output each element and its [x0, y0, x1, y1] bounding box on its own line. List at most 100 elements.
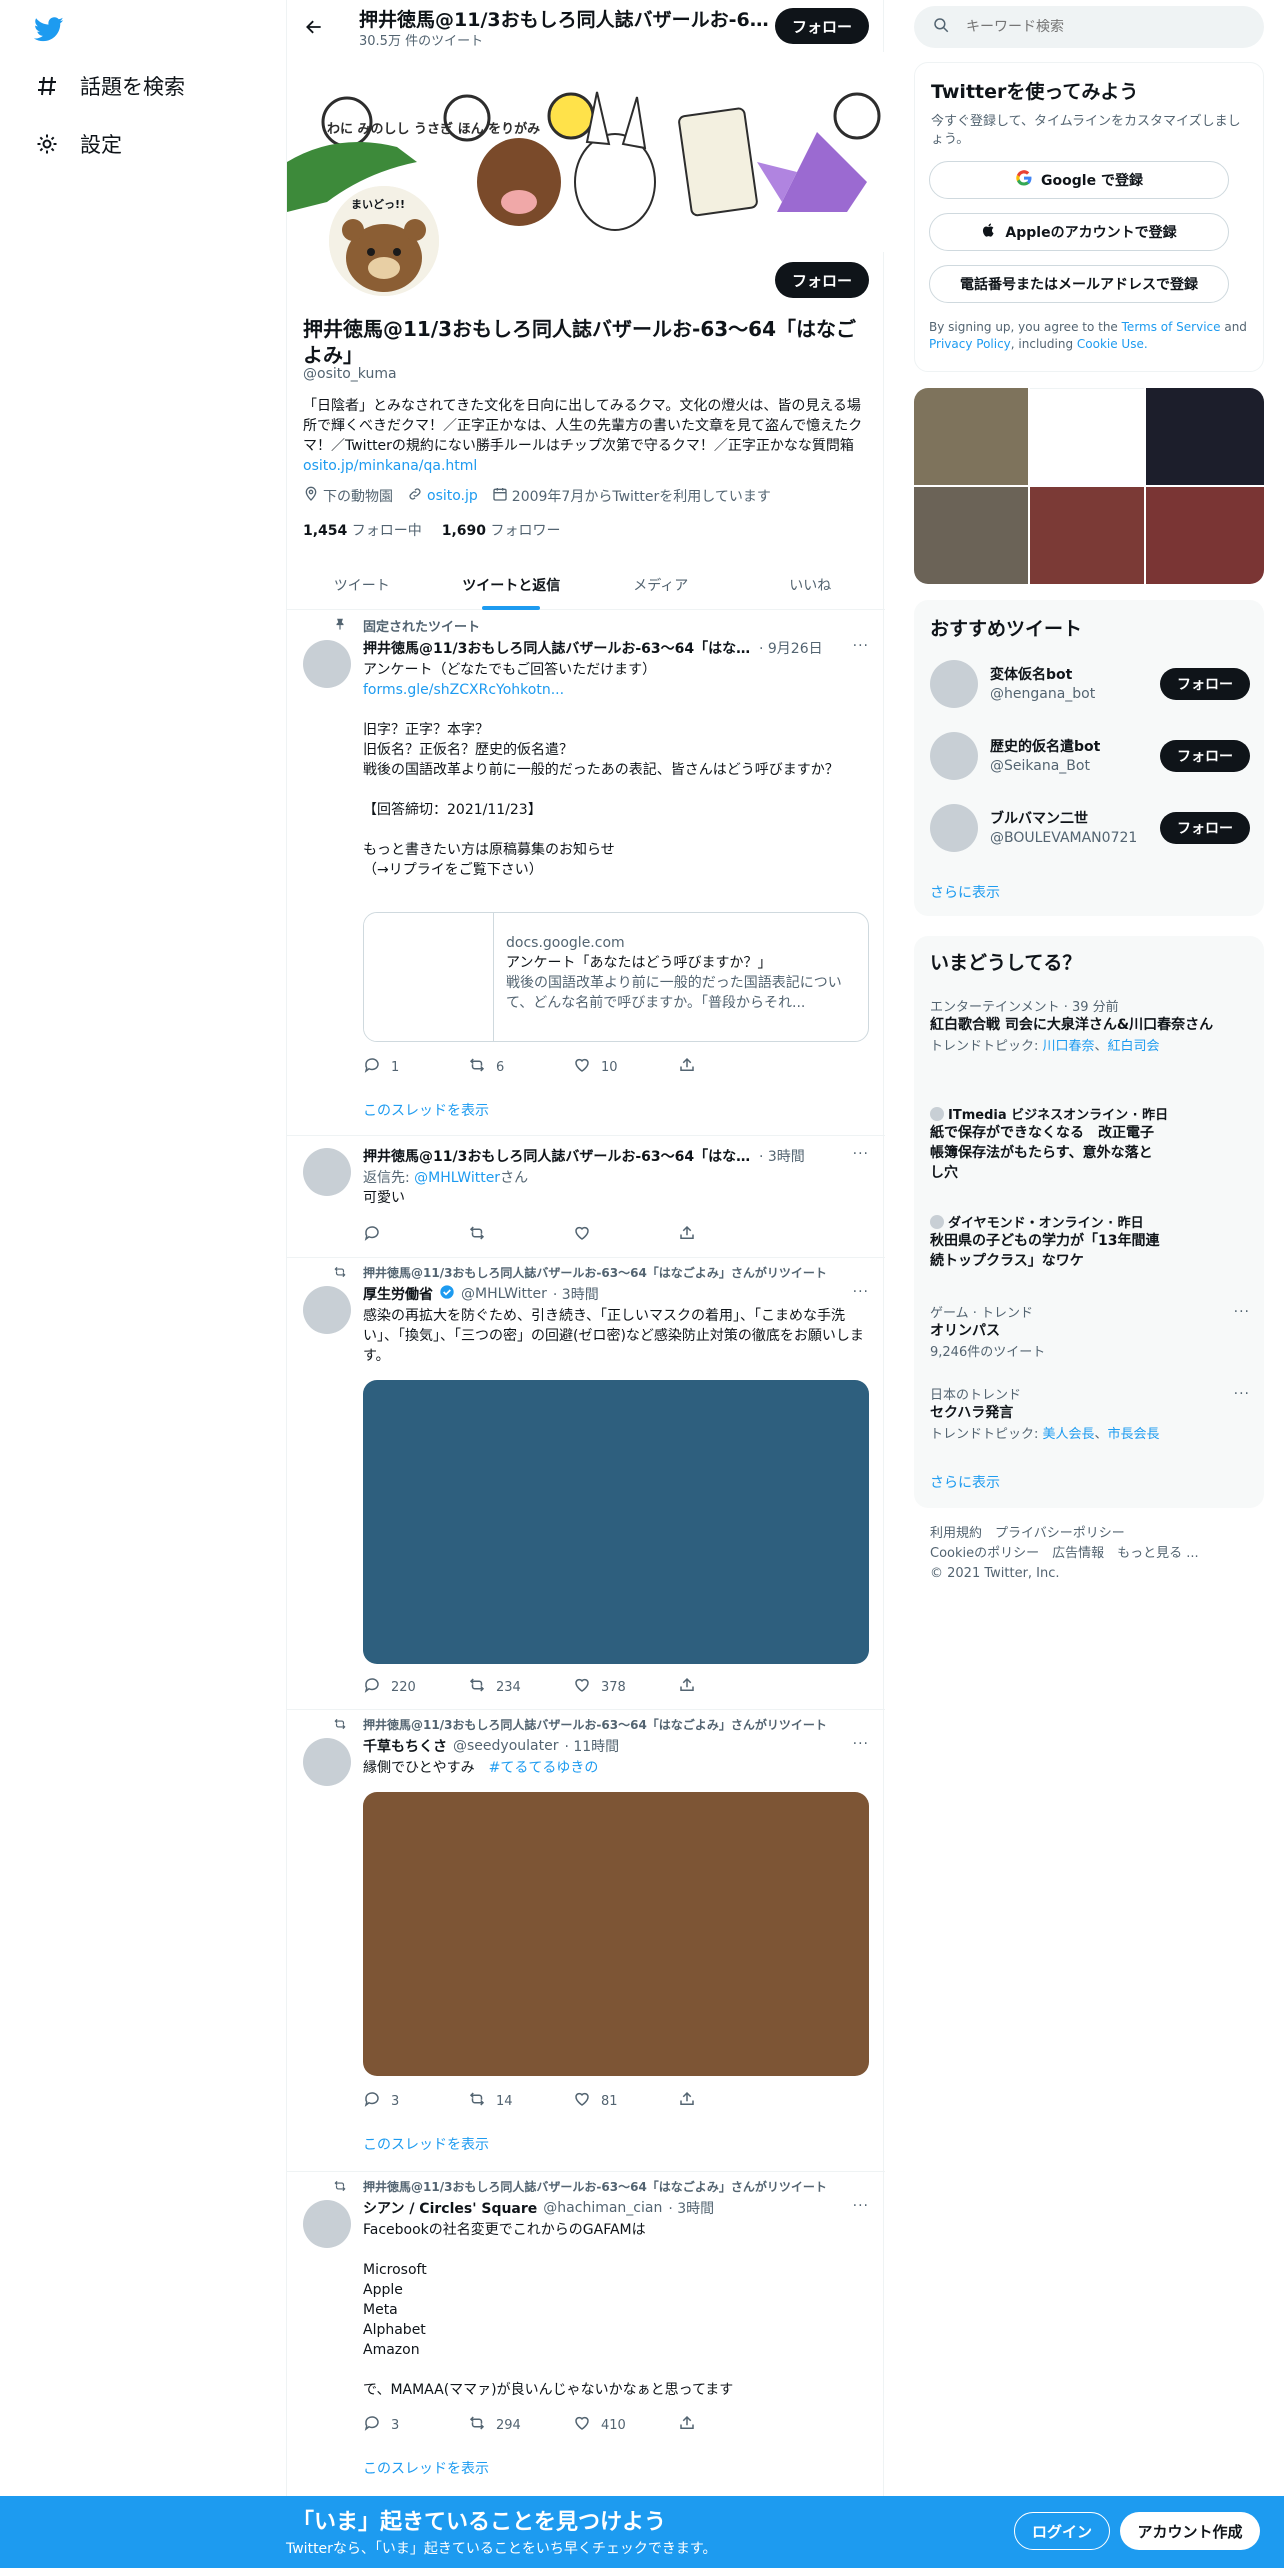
like-button[interactable]: 410: [573, 2414, 678, 2436]
trends-more-link[interactable]: さらに表示: [930, 1472, 1000, 1492]
tweet[interactable]: 押井徳馬@11/3おもしろ同人誌バザールお-63～64「はなごよみ」 · 3時間…: [287, 1136, 885, 1258]
share-button[interactable]: [678, 2414, 783, 2436]
tweet[interactable]: 押井徳馬@11/3おもしろ同人誌バザールお-63～64「はなごよみ」さんがリツイ…: [287, 2172, 885, 2496]
trend-item[interactable]: ゲーム · トレンド オリンパス 9,246件のツイート: [930, 1302, 1250, 1360]
trend-item[interactable]: 日本のトレンド セクハラ発言 トレンドトピック: 美人会長、市長会長: [930, 1384, 1250, 1442]
show-thread-link[interactable]: このスレッドを表示: [363, 1100, 489, 1120]
retweet-button[interactable]: 14: [468, 2090, 573, 2112]
profile-follow-button[interactable]: フォロー: [775, 262, 869, 298]
google-signup-button[interactable]: Google で登録: [929, 161, 1229, 199]
like-button[interactable]: 378: [573, 1676, 678, 1698]
reply-button[interactable]: 1: [363, 1056, 468, 1078]
more-icon[interactable]: ···: [853, 1146, 869, 1162]
avatar[interactable]: [930, 804, 978, 852]
suggest-follow-button[interactable]: フォロー: [1160, 812, 1250, 844]
suggest-user[interactable]: ブルバマン二世 @BOULEVAMAN0721 フォロー: [930, 802, 1250, 856]
show-thread-link[interactable]: このスレッドを表示: [363, 2134, 489, 2154]
reply-button[interactable]: 220: [363, 1676, 468, 1698]
retweet-button[interactable]: 234: [468, 1676, 573, 1698]
tweet-time[interactable]: · 3時間: [553, 1284, 599, 1304]
retweet-button[interactable]: 6: [468, 1056, 573, 1078]
trend-item[interactable]: ITmedia ビジネスオンライン · 昨日 紙で保存ができなくなる 改正電子帳…: [930, 1104, 1250, 1183]
tweet[interactable]: 固定されたツイート 押井徳馬@11/3おもしろ同人誌バザールお-63～64「はな…: [287, 610, 885, 1136]
media-thumb[interactable]: [1030, 487, 1144, 584]
nav-settings[interactable]: 設定: [34, 124, 122, 164]
tweet-author-name[interactable]: 押井徳馬@11/3おもしろ同人誌バザールお-63～64「はなごよみ」: [363, 1146, 753, 1166]
trend-item[interactable]: ダイヤモンド・オンライン · 昨日 秋田県の子どもの学力が「13年間連続トップク…: [930, 1212, 1250, 1271]
tweet-media[interactable]: [363, 1792, 869, 2076]
tweet-author-name[interactable]: シアン / Circles' Square: [363, 2198, 537, 2218]
website-link[interactable]: osito.jp: [427, 488, 478, 504]
trend-topic-link[interactable]: 市長会長: [1108, 1427, 1160, 1442]
media-thumb[interactable]: [1146, 388, 1264, 485]
avatar[interactable]: [930, 732, 978, 780]
profile-avatar[interactable]: まいどっ!!: [325, 182, 443, 300]
trend-topic-link[interactable]: 川口春奈: [1043, 1039, 1095, 1054]
tweet[interactable]: 押井徳馬@11/3おもしろ同人誌バザールお-63～64「はなごよみ」さんがリツイ…: [287, 1258, 885, 1710]
suggest-user[interactable]: 変体仮名bot @hengana_bot フォロー: [930, 658, 1250, 712]
search-box[interactable]: [914, 6, 1264, 48]
tweet-author-name[interactable]: 押井徳馬@11/3おもしろ同人誌バザールお-63～64「はなごよみ」: [363, 638, 753, 658]
retweet-context[interactable]: 押井徳馬@11/3おもしろ同人誌バザールお-63～64「はなごよみ」さんがリツイ…: [363, 1264, 827, 1281]
retweet-button[interactable]: [468, 1224, 573, 1246]
apple-signup-button[interactable]: Appleのアカウントで登録: [929, 213, 1229, 251]
retweet-context[interactable]: 押井徳馬@11/3おもしろ同人誌バザールお-63～64「はなごよみ」さんがリツイ…: [363, 1716, 827, 1733]
reply-button[interactable]: 3: [363, 2414, 468, 2436]
tab-tweets-replies[interactable]: ツイートと返信: [437, 560, 587, 610]
suggest-follow-button[interactable]: フォロー: [1160, 668, 1250, 700]
media-thumb[interactable]: [914, 487, 1028, 584]
avatar[interactable]: [930, 660, 978, 708]
reply-button[interactable]: [363, 1224, 468, 1246]
trend-item[interactable]: エンターテインメント · 39 分前 紅白歌合戦 司会に大泉洋さん&川口春奈さん…: [930, 996, 1250, 1054]
back-arrow-icon[interactable]: [299, 12, 329, 42]
tweet-time[interactable]: · 11時間: [564, 1736, 619, 1756]
like-button[interactable]: 10: [573, 1056, 678, 1078]
share-button[interactable]: [678, 2090, 783, 2112]
suggest-follow-button[interactable]: フォロー: [1160, 740, 1250, 772]
more-icon[interactable]: ···: [1234, 1304, 1250, 1320]
share-button[interactable]: [678, 1676, 783, 1698]
privacy-link[interactable]: Privacy Policy: [929, 337, 1011, 351]
tweet-time[interactable]: · 3時間: [668, 2198, 714, 2218]
signup-button[interactable]: アカウント作成: [1120, 2512, 1260, 2550]
bio-link[interactable]: osito.jp/minkana/qa.html: [303, 458, 477, 474]
phone-email-signup-button[interactable]: 電話番号またはメールアドレスで登録: [929, 265, 1229, 303]
tab-likes[interactable]: いいね: [736, 560, 886, 609]
more-icon[interactable]: ···: [1234, 1386, 1250, 1402]
avatar[interactable]: [303, 1286, 351, 1334]
tweet-time[interactable]: · 9月26日: [759, 638, 823, 658]
website[interactable]: osito.jp: [407, 486, 478, 506]
media-thumb[interactable]: [1030, 388, 1144, 485]
retweet-context[interactable]: 押井徳馬@11/3おもしろ同人誌バザールお-63～64「はなごよみ」さんがリツイ…: [363, 2178, 827, 2195]
twitter-logo-icon[interactable]: [33, 14, 64, 44]
more-icon[interactable]: ···: [853, 2198, 869, 2214]
suggest-user[interactable]: 歴史的仮名遣bot @Seikana_Bot フォロー: [930, 730, 1250, 784]
header-follow-button[interactable]: フォロー: [775, 8, 869, 44]
suggest-more-link[interactable]: さらに表示: [930, 882, 1000, 902]
avatar[interactable]: [303, 640, 351, 688]
reply-to-handle[interactable]: @MHLWitter: [414, 1170, 500, 1186]
tweet-time[interactable]: · 3時間: [759, 1146, 805, 1166]
footer-links-2[interactable]: Cookieのポリシー 広告情報 もっと見る ...: [930, 1544, 1199, 1564]
avatar[interactable]: [303, 1738, 351, 1786]
like-button[interactable]: 81: [573, 2090, 678, 2112]
tweet-author-name[interactable]: 厚生労働省: [363, 1284, 433, 1304]
link-card[interactable]: docs.google.com アンケート「あなたはどう呼びますか？」 戦後の国…: [363, 912, 869, 1042]
media-thumb[interactable]: [914, 388, 1028, 485]
search-input[interactable]: [966, 19, 1226, 35]
avatar[interactable]: [303, 2200, 351, 2248]
trend-topic-link[interactable]: 紅白司会: [1108, 1039, 1160, 1054]
share-button[interactable]: [678, 1056, 783, 1078]
show-thread-link[interactable]: このスレッドを表示: [363, 2458, 489, 2478]
tweet-link[interactable]: forms.gle/shZCXRcYohkotn...: [363, 682, 564, 698]
tweet-media[interactable]: [363, 1380, 869, 1664]
more-icon[interactable]: ···: [853, 1736, 869, 1752]
following-link[interactable]: 1,454 フォロー中: [303, 520, 422, 540]
trend-topic-link[interactable]: 美人会長: [1043, 1427, 1095, 1442]
cookie-link[interactable]: Cookie Use.: [1077, 337, 1148, 351]
tweet-handle[interactable]: @seedyoulater: [453, 1738, 558, 1754]
tweet-author-name[interactable]: 千草もちくさ: [363, 1736, 447, 1756]
hashtag-link[interactable]: #てるてるゆきの: [489, 1760, 599, 1776]
avatar[interactable]: [303, 1148, 351, 1196]
login-button[interactable]: ログイン: [1014, 2512, 1110, 2550]
